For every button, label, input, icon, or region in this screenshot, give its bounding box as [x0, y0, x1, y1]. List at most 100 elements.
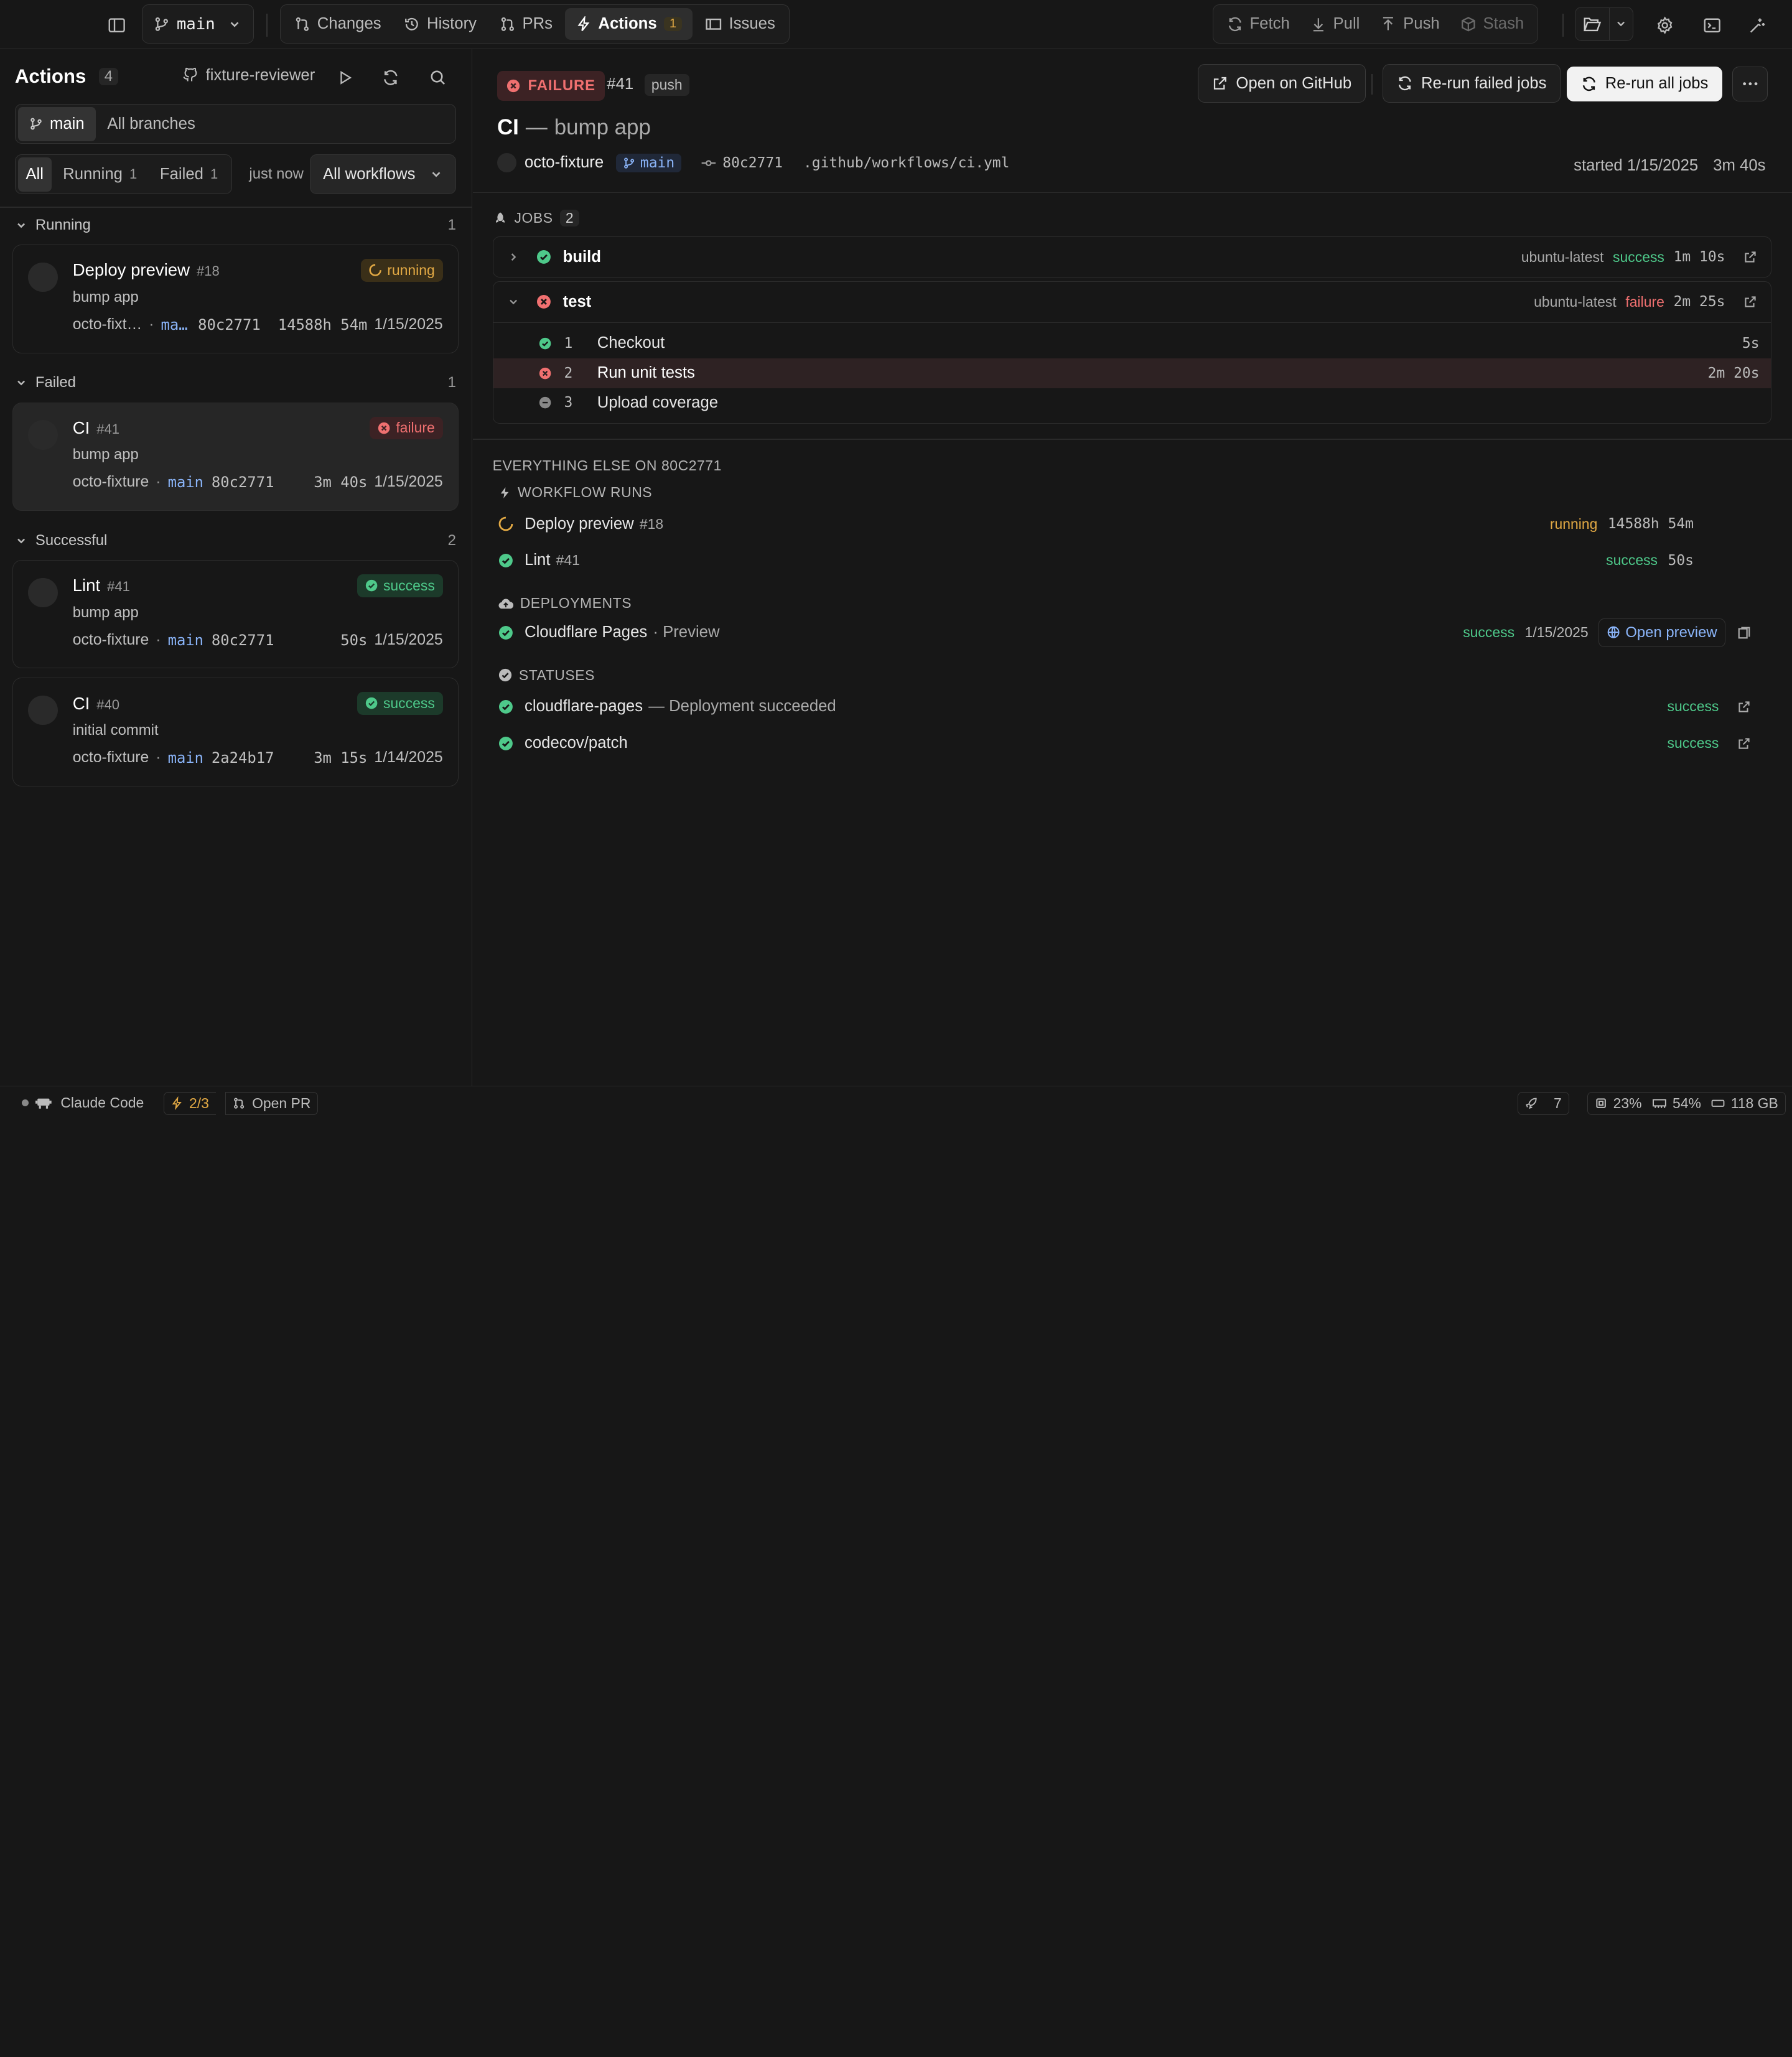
step-row[interactable]: 3 Upload coverage	[493, 388, 1771, 418]
run-title-message: bump app	[554, 115, 651, 140]
agents-indicator[interactable]: 7	[1518, 1092, 1569, 1115]
refresh-icon	[1399, 76, 1412, 91]
step-row[interactable]: 1 Checkout 5s	[493, 329, 1771, 358]
fetch-button[interactable]: Fetch	[1216, 8, 1300, 40]
run-card[interactable]: CI #40 success initial commit octo-fixtur…	[12, 678, 459, 786]
run-commit-message: bump app	[72, 604, 139, 621]
rerun-failed-jobs-button[interactable]: Re-run failed jobs	[1383, 63, 1561, 103]
run-title: CI — bump app	[497, 115, 651, 140]
lightning-icon	[500, 487, 509, 498]
pull-button[interactable]: Pull	[1300, 8, 1370, 40]
event-badge: push	[644, 74, 689, 96]
open-folder-button[interactable]	[1575, 7, 1610, 40]
open-preview-button[interactable]: Open preview	[1598, 618, 1726, 647]
tab-changes[interactable]: Changes	[284, 8, 391, 40]
section-failed-label: Failed	[35, 374, 76, 391]
section-running-header[interactable]: Running 1	[0, 209, 472, 241]
job-row-test[interactable]: test ubuntu-latest failure 2m 25s	[493, 282, 1771, 323]
branch-filter-all-label: All branches	[107, 114, 195, 133]
step-row[interactable]: 2 Run unit tests 2m 20s	[493, 358, 1771, 388]
refresh-runs-button[interactable]	[380, 67, 403, 90]
refresh-icon	[1228, 17, 1241, 31]
settings-button[interactable]	[1654, 14, 1677, 37]
more-actions-button[interactable]	[1732, 66, 1768, 102]
tab-history-label: History	[427, 15, 477, 33]
open-folder-menu-button[interactable]	[1610, 8, 1633, 40]
section-successful-header[interactable]: Successful 2	[0, 525, 472, 556]
job-row-build[interactable]: build ubuntu-latest success 1m 10s	[492, 236, 1771, 278]
rerun-all-jobs-button[interactable]: Re-run all jobs	[1567, 66, 1723, 102]
run-started: started 1/15/2025	[1574, 156, 1699, 174]
workflow-select-value: All workflows	[322, 165, 416, 183]
workflow-select[interactable]: All workflows	[309, 154, 456, 195]
sidebar-toggle-button[interactable]	[105, 14, 128, 37]
run-card[interactable]: Lint #41 success bump app octo-fixture · …	[12, 559, 459, 669]
job-panel-test: test ubuntu-latest failure 2m 25s 1 Chec…	[492, 281, 1771, 424]
sidebar-title: Actions	[14, 65, 86, 87]
related-run-duration: 14588h 54m	[1607, 516, 1694, 533]
status-check-status: success	[1667, 735, 1719, 752]
related-run-name: Deploy preview	[525, 515, 634, 533]
chevron-down-icon	[432, 172, 441, 177]
run-sha: 2a24b17	[211, 749, 274, 767]
filter-all[interactable]: All	[17, 157, 52, 192]
run-card[interactable]: Deploy preview #18 running bump app octo-…	[12, 245, 459, 353]
section-failed-header[interactable]: Failed 1	[0, 367, 472, 399]
check-circle-icon	[365, 580, 377, 592]
tab-history[interactable]: History	[394, 8, 487, 40]
run-repo: octo-fixture	[72, 473, 149, 491]
filter-failed[interactable]: Failed 1	[149, 157, 230, 192]
ai-assistant-button[interactable]	[1746, 14, 1769, 37]
branch-filter-all[interactable]: All branches	[96, 107, 207, 141]
tab-issues[interactable]: Issues	[694, 8, 785, 40]
branch-filter-current[interactable]: main	[17, 106, 96, 141]
open-on-github-label: Open on GitHub	[1236, 74, 1352, 92]
related-run-duration: 50s	[1668, 552, 1694, 569]
terminal-button[interactable]	[1701, 14, 1724, 37]
filter-running[interactable]: Running 1	[52, 157, 149, 192]
related-run-row[interactable]: Deploy preview #18 running 14588h 54m	[473, 505, 1719, 543]
tab-actions[interactable]: Actions 1	[565, 7, 693, 40]
tab-prs[interactable]: PRs	[489, 8, 562, 40]
memory-usage: 54%	[1673, 1094, 1701, 1111]
related-run-row[interactable]: Lint #41 success 50s	[473, 542, 1719, 580]
sidebar-count-badge: 4	[98, 67, 119, 85]
issues-icon	[706, 18, 722, 30]
branch-selector[interactable]: main	[141, 4, 254, 44]
claude-code-button[interactable]: Claude Code	[21, 1094, 144, 1111]
check-circle-icon	[498, 669, 511, 682]
step-duration: 5s	[1742, 335, 1760, 352]
chevron-down-icon	[17, 380, 25, 386]
chevron-down-icon	[1617, 22, 1625, 27]
job-runner: ubuntu-latest	[1521, 248, 1604, 265]
deployment-row[interactable]: Cloudflare Pages · Preview success 1/15/…	[473, 613, 1776, 651]
stash-button[interactable]: Stash	[1450, 8, 1534, 40]
run-branch: ma…	[161, 315, 188, 334]
pull-request-icon	[501, 17, 514, 31]
push-button[interactable]: Push	[1370, 8, 1450, 40]
progress-indicator[interactable]: 2/3	[163, 1092, 216, 1115]
deployment-environment: · Preview	[653, 623, 720, 641]
meta-separator: ·	[149, 315, 154, 333]
stash-label: Stash	[1483, 15, 1524, 33]
run-detail-panel: FAILURE #41 push Open on GitHub Re-run f…	[473, 49, 1792, 1086]
open-on-github-button[interactable]: Open on GitHub	[1197, 63, 1366, 103]
job-status: failure	[1625, 293, 1664, 310]
open-pr-button[interactable]: Open PR	[225, 1092, 319, 1115]
status-check-row[interactable]: codecov/patch success	[473, 724, 1776, 762]
related-run-number: #41	[556, 552, 580, 569]
terminal-icon	[1704, 18, 1720, 32]
status-check-name: codecov/patch	[525, 734, 628, 752]
workflow-file: .github/workflows/ci.yml	[803, 154, 1010, 171]
run-branch: main	[640, 154, 675, 171]
github-icon	[183, 68, 197, 82]
run-status-badge: FAILURE	[497, 70, 605, 101]
search-runs-button[interactable]	[426, 67, 449, 90]
run-date: 1/15/2025	[374, 631, 443, 648]
run-card[interactable]: CI #41 failure bump app octo-fixture · ma…	[12, 402, 459, 511]
job-runner: ubuntu-latest	[1534, 293, 1617, 310]
run-status-label: FAILURE	[528, 77, 596, 94]
status-check-row[interactable]: cloudflare-pages — Deployment succeeded …	[473, 688, 1776, 726]
run-workflow-button[interactable]	[334, 67, 357, 90]
reviewer-button[interactable]: fixture-reviewer	[182, 67, 315, 85]
